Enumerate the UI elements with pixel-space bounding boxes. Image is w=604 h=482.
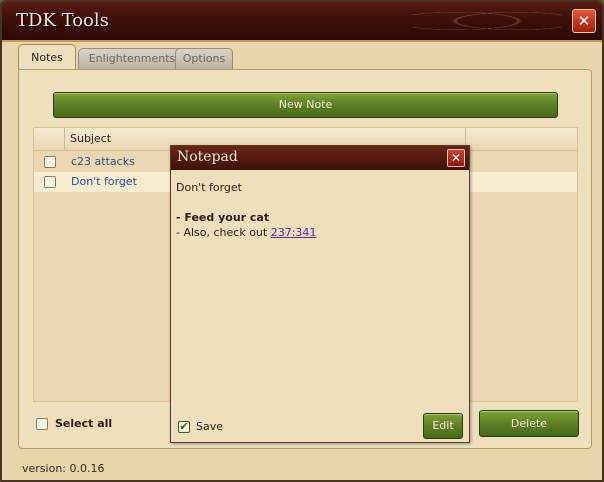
row-checkbox[interactable] (44, 156, 56, 168)
row-checkbox[interactable] (44, 176, 56, 188)
coordinate-link[interactable]: 237:341 (271, 226, 317, 239)
tab-options[interactable]: Options (175, 48, 233, 70)
notepad-content: Don't forget - Feed your cat - Also, che… (176, 180, 464, 240)
notepad-title-bar[interactable]: Notepad ✕ (171, 146, 469, 170)
delete-button[interactable]: Delete (479, 410, 579, 437)
title-bar[interactable]: TDK Tools ✕ (2, 2, 602, 40)
note-line: - Also, check out 237:341 (176, 225, 464, 240)
note-line: Don't forget (176, 181, 242, 194)
note-text: - Also, check out (176, 226, 271, 239)
notepad-dialog: Notepad ✕ Don't forget - Feed your cat -… (170, 145, 470, 443)
app-window: TDK Tools ✕ Notes Enlightenments Options… (0, 0, 604, 482)
select-all-checkbox[interactable] (36, 418, 48, 430)
tab-enlightenments[interactable]: Enlightenments (78, 48, 186, 70)
notepad-title: Notepad (177, 149, 238, 165)
note-subject[interactable]: c23 attacks (71, 155, 135, 168)
close-icon[interactable]: ✕ (572, 9, 596, 33)
title-border (2, 40, 602, 42)
select-all-label[interactable]: Select all (55, 417, 112, 430)
save-label[interactable]: Save (196, 420, 223, 433)
note-subject[interactable]: Don't forget (71, 175, 137, 188)
app-title: TDK Tools (16, 10, 109, 31)
edit-button[interactable]: Edit (423, 413, 463, 439)
new-note-button[interactable]: New Note (53, 92, 558, 118)
tab-notes[interactable]: Notes (18, 44, 76, 70)
close-icon[interactable]: ✕ (447, 149, 465, 167)
column-subject[interactable]: Subject (70, 132, 111, 145)
save-checkbox[interactable]: ✔ (178, 421, 190, 433)
column-divider (64, 128, 65, 150)
title-ornament (412, 6, 562, 36)
note-line-bold: - Feed your cat (176, 211, 270, 224)
version-label: version: 0.0.16 (22, 462, 105, 475)
